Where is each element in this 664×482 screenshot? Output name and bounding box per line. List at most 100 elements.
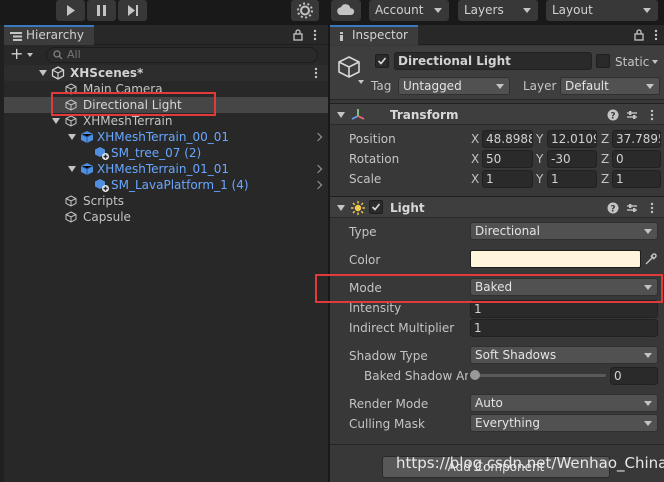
tab-hierarchy[interactable]: Hierarchy bbox=[4, 25, 95, 45]
gameobject-cube-icon bbox=[65, 195, 77, 207]
chevron-right-icon[interactable] bbox=[313, 164, 323, 174]
hierarchy-search-input[interactable]: All bbox=[46, 47, 318, 63]
baked-shadow-angle-input[interactable]: 0 bbox=[610, 367, 658, 385]
hierarchy-item-xhmeshterrain-01-01[interactable]: XHMeshTerrain_01_01 bbox=[4, 161, 328, 177]
color-swatch[interactable] bbox=[470, 250, 641, 268]
fold-arrow-icon[interactable] bbox=[337, 205, 345, 211]
more-options-icon[interactable] bbox=[313, 29, 317, 41]
active-checkbox[interactable] bbox=[375, 54, 389, 68]
render-mode-value: Auto bbox=[475, 396, 503, 410]
chevron-down-icon bbox=[644, 401, 652, 406]
eyedropper-icon[interactable] bbox=[644, 252, 658, 266]
scale-label: Scale bbox=[349, 172, 382, 186]
layer-dropdown[interactable]: Default bbox=[560, 77, 660, 95]
more-options-icon[interactable] bbox=[314, 67, 318, 79]
lock-icon[interactable] bbox=[293, 29, 303, 41]
light-component-header[interactable]: Light ? bbox=[330, 196, 664, 218]
cloud-icon bbox=[337, 4, 355, 15]
step-button[interactable] bbox=[118, 0, 147, 21]
gameobject-cube-icon bbox=[65, 115, 77, 127]
divider bbox=[330, 444, 664, 445]
account-label: Account bbox=[375, 3, 424, 17]
type-dropdown[interactable]: Directional bbox=[470, 222, 658, 240]
more-options-icon[interactable] bbox=[650, 202, 654, 214]
baked-shadow-slider-thumb[interactable] bbox=[470, 370, 480, 380]
tag-value: Untagged bbox=[403, 79, 462, 93]
lock-icon[interactable] bbox=[634, 29, 644, 41]
search-placeholder: All bbox=[67, 48, 81, 61]
layers-label: Layers bbox=[464, 3, 504, 17]
scale-z-input[interactable]: 1 bbox=[612, 170, 661, 188]
rotation-y-input[interactable]: -30 bbox=[547, 150, 597, 168]
culling-mask-label: Culling Mask bbox=[349, 417, 425, 431]
position-x-input[interactable]: 48.8988 bbox=[482, 130, 533, 148]
item-label: SM_LavaPlatform_1 (4) bbox=[111, 178, 249, 192]
position-z-input[interactable]: 37.7895 bbox=[612, 130, 661, 148]
chevron-down-icon[interactable] bbox=[27, 53, 33, 57]
fold-arrow-icon[interactable] bbox=[337, 112, 345, 118]
render-mode-dropdown[interactable]: Auto bbox=[470, 394, 658, 412]
chevron-down-icon bbox=[644, 421, 652, 426]
chevron-down-icon bbox=[644, 229, 652, 234]
prefab-added-icon bbox=[95, 179, 109, 192]
layout-dropdown[interactable]: Layout bbox=[546, 0, 658, 21]
shadow-type-value: Soft Shadows bbox=[475, 348, 557, 362]
account-dropdown[interactable]: Account bbox=[369, 0, 449, 21]
fold-arrow-icon[interactable] bbox=[52, 118, 60, 124]
light-enabled-checkbox[interactable] bbox=[369, 200, 383, 214]
preset-sliders-icon[interactable] bbox=[626, 109, 638, 121]
transform-title: Transform bbox=[390, 108, 459, 122]
add-icon[interactable]: + bbox=[10, 46, 23, 62]
layer-value: Default bbox=[565, 79, 609, 93]
fold-arrow-icon[interactable] bbox=[39, 70, 47, 76]
hierarchy-item-scripts[interactable]: Scripts bbox=[4, 193, 328, 209]
rotation-z-input[interactable]: 0 bbox=[612, 150, 661, 168]
item-label: Capsule bbox=[83, 210, 131, 224]
play-button[interactable] bbox=[56, 0, 85, 21]
indirect-multiplier-input[interactable]: 1 bbox=[470, 319, 658, 337]
tag-dropdown[interactable]: Untagged bbox=[398, 77, 510, 95]
hierarchy-item-sm-lavaplatform[interactable]: SM_LavaPlatform_1 (4) bbox=[4, 177, 328, 193]
hierarchy-item-sm-tree[interactable]: SM_tree_07 (2) bbox=[4, 145, 328, 161]
object-name-input[interactable]: Directional Light bbox=[394, 52, 592, 70]
step-icon bbox=[128, 5, 138, 16]
static-checkbox[interactable] bbox=[596, 54, 610, 68]
tab-inspector[interactable]: Inspector bbox=[330, 25, 418, 45]
axis-y-label: Y bbox=[536, 132, 544, 146]
tab-label: Hierarchy bbox=[26, 28, 85, 42]
fold-arrow-icon[interactable] bbox=[68, 166, 76, 172]
axis-z-label: Z bbox=[601, 152, 610, 166]
shadow-type-dropdown[interactable]: Soft Shadows bbox=[470, 346, 658, 364]
transform-component-header[interactable]: Transform ? bbox=[330, 103, 664, 125]
prefab-cube-icon bbox=[80, 163, 94, 175]
axis-x-label: X bbox=[471, 132, 480, 146]
type-label: Type bbox=[349, 225, 377, 239]
axis-z-label: Z bbox=[601, 132, 610, 146]
scale-x-input[interactable]: 1 bbox=[482, 170, 533, 188]
light-title: Light bbox=[390, 201, 425, 215]
chevron-right-icon[interactable] bbox=[313, 132, 323, 142]
chevron-down-icon[interactable] bbox=[652, 60, 658, 64]
hierarchy-item-capsule[interactable]: Capsule bbox=[4, 209, 328, 225]
baked-shadow-slider-track[interactable] bbox=[474, 374, 606, 377]
hierarchy-item-xhmeshterrain-00-01[interactable]: XHMeshTerrain_00_01 bbox=[4, 129, 328, 145]
chevron-down-icon[interactable] bbox=[358, 80, 364, 84]
color-label: Color bbox=[349, 253, 381, 267]
pause-button[interactable] bbox=[87, 0, 116, 21]
scene-row[interactable]: XHScenes* bbox=[4, 65, 328, 81]
scale-y-input[interactable]: 1 bbox=[547, 170, 597, 188]
preset-sliders-icon[interactable] bbox=[626, 202, 638, 214]
rotation-x-input[interactable]: 50 bbox=[482, 150, 533, 168]
culling-mask-dropdown[interactable]: Everything bbox=[470, 414, 658, 432]
more-options-icon[interactable] bbox=[654, 29, 658, 41]
fold-arrow-icon[interactable] bbox=[68, 134, 76, 140]
services-button[interactable] bbox=[291, 0, 319, 21]
help-icon[interactable]: ? bbox=[607, 109, 619, 121]
chevron-right-icon[interactable] bbox=[313, 180, 323, 190]
layers-dropdown[interactable]: Layers bbox=[458, 0, 538, 21]
position-y-input[interactable]: 12.0109 bbox=[547, 130, 597, 148]
hierarchy-search-row: + All bbox=[4, 45, 328, 65]
help-icon[interactable]: ? bbox=[607, 202, 619, 214]
cloud-button[interactable] bbox=[331, 0, 361, 21]
more-options-icon[interactable] bbox=[650, 109, 654, 121]
